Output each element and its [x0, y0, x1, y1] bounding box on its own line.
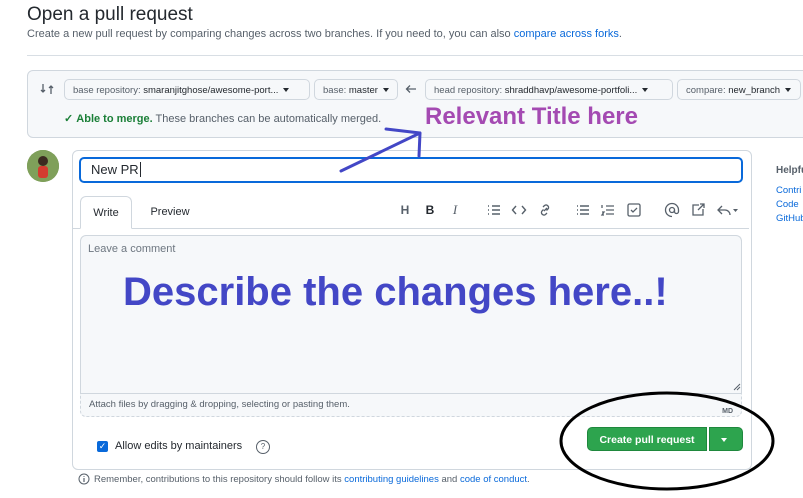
numbered-list-icon[interactable] — [600, 202, 616, 218]
compare-label: compare: — [686, 85, 726, 96]
mention-icon[interactable] — [664, 202, 680, 218]
reply-icon[interactable] — [716, 202, 740, 218]
bullet-list-icon[interactable] — [575, 202, 591, 218]
allow-edits-checkbox[interactable]: ✓ — [97, 441, 108, 452]
base-repo-value: smaranjitghose/awesome-port... — [143, 85, 279, 96]
tab-preview[interactable]: Preview — [140, 196, 200, 229]
subtitle-text: Create a new pull request by comparing c… — [27, 28, 511, 40]
head-repo-label: head repository: — [434, 85, 503, 96]
footer-middle: and — [441, 474, 458, 485]
sidebar-link-contributing[interactable]: Contri — [776, 185, 801, 196]
reference-icon[interactable] — [690, 202, 706, 218]
base-label: base: — [323, 85, 347, 96]
create-pr-dropdown-button[interactable] — [709, 427, 743, 451]
attach-files-bar[interactable]: Attach files by dragging & dropping, sel… — [80, 393, 742, 417]
merge-ok-text: Able to merge. — [76, 113, 153, 125]
base-repo-label: base repository: — [73, 85, 141, 96]
create-pull-request-button[interactable]: Create pull request — [587, 427, 707, 451]
check-icon: ✓ — [64, 113, 74, 125]
info-icon — [78, 473, 90, 485]
heading-icon[interactable]: H — [397, 202, 413, 218]
compare-across-forks-link[interactable]: compare across forks — [514, 28, 619, 40]
task-list-icon[interactable] — [626, 202, 642, 218]
annotation-body-hint: Describe the changes here..! — [123, 270, 668, 314]
comment-placeholder: Leave a comment — [88, 243, 176, 255]
chevron-down-icon — [721, 438, 727, 442]
tab-write[interactable]: Write — [80, 196, 132, 229]
compare-arrows-icon — [40, 84, 54, 94]
page-subtitle: Create a new pull request by comparing c… — [27, 28, 622, 40]
help-icon[interactable]: ? — [256, 440, 270, 454]
merge-status: ✓ Able to merge. These branches can be a… — [64, 112, 381, 125]
head-repository-select[interactable]: head repository: shraddhavp/awesome-port… — [425, 79, 673, 100]
italic-icon[interactable]: I — [447, 202, 463, 218]
compare-branch-select[interactable]: compare: new_branch — [677, 79, 801, 100]
pr-title-value: New PR — [91, 162, 139, 177]
pr-title-input[interactable]: New PR — [79, 157, 743, 183]
allow-edits-label: Allow edits by maintainers — [115, 440, 243, 452]
compare-value: new_branch — [728, 85, 781, 96]
base-repository-select[interactable]: base repository: smaranjitghose/awesome-… — [64, 79, 310, 100]
annotation-title-hint: Relevant Title here — [425, 103, 638, 130]
chevron-down-icon — [382, 88, 389, 93]
head-repo-value: shraddhavp/awesome-portfoli... — [504, 85, 638, 96]
sidebar-link-github[interactable]: GitHub — [776, 213, 803, 224]
bold-icon[interactable]: B — [422, 202, 438, 218]
attach-text: Attach files by dragging & dropping, sel… — [89, 399, 350, 410]
sidebar-heading: Helpfu — [776, 165, 803, 176]
resize-handle-icon[interactable] — [732, 382, 741, 391]
merge-text: These branches can be automatically merg… — [155, 113, 382, 125]
footer-suffix: . — [527, 474, 530, 485]
markdown-icon: MD — [722, 408, 733, 415]
chevron-down-icon — [785, 88, 792, 93]
page-title: Open a pull request — [27, 4, 193, 25]
sidebar-link-code[interactable]: Code — [776, 199, 799, 210]
divider — [27, 55, 803, 56]
contributing-guidelines-link[interactable]: contributing guidelines — [344, 474, 439, 485]
footer-prefix: Remember, contributions to this reposito… — [94, 474, 342, 485]
chevron-down-icon — [283, 88, 290, 93]
base-branch-select[interactable]: base: master — [314, 79, 398, 100]
code-icon[interactable] — [511, 202, 527, 218]
quote-icon[interactable] — [486, 202, 502, 218]
code-of-conduct-link[interactable]: code of conduct — [460, 474, 527, 485]
base-value: master — [348, 85, 378, 96]
avatar — [27, 150, 59, 182]
arrow-left-icon — [405, 85, 416, 93]
chevron-down-icon — [642, 88, 649, 93]
link-icon[interactable] — [537, 202, 553, 218]
footer-note: Remember, contributions to this reposito… — [94, 474, 530, 485]
subtitle-suffix: . — [618, 28, 622, 40]
